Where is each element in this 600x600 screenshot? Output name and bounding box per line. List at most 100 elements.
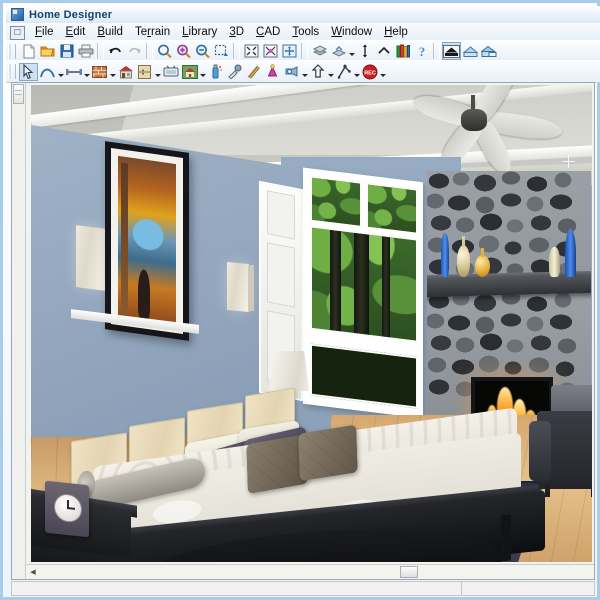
wall-sconce-left[interactable] <box>76 225 106 291</box>
wall-sconce-right[interactable] <box>227 262 249 312</box>
chevron-down-icon[interactable] <box>154 63 161 81</box>
fixture-button[interactable] <box>161 63 180 81</box>
mantel-vase-gold[interactable] <box>457 236 470 277</box>
artwork-mat <box>111 147 183 335</box>
open-plan-button[interactable] <box>38 42 57 60</box>
lighting-button[interactable] <box>263 63 282 81</box>
dimension-button[interactable] <box>64 63 83 81</box>
toolbar-separator <box>433 43 440 59</box>
fill-window-building-button[interactable] <box>261 42 280 60</box>
clock-face <box>54 492 82 524</box>
room-button[interactable] <box>180 63 199 81</box>
horizontal-scrollbar-thumb[interactable] <box>400 566 418 578</box>
toolbar-grip[interactable] <box>8 64 16 79</box>
status-bar <box>11 581 595 596</box>
zoom-out-button[interactable] <box>193 42 212 60</box>
chevron-down-icon[interactable] <box>353 63 360 81</box>
framed-artwork[interactable] <box>105 141 189 341</box>
material-rainbow-button[interactable] <box>244 63 263 81</box>
menu-item-3d[interactable]: 3D <box>223 25 250 40</box>
library-browser-button[interactable] <box>393 42 412 60</box>
record-button[interactable]: REC <box>360 63 379 81</box>
accent-chair-arm <box>529 421 551 481</box>
toolbar-separator <box>301 43 308 59</box>
menu-item-edit[interactable]: Edit <box>60 25 92 40</box>
app-window-icon <box>11 8 24 21</box>
print-button[interactable] <box>76 42 95 60</box>
ceiling-fan[interactable] <box>361 85 592 179</box>
chevron-down-icon[interactable] <box>301 63 308 81</box>
chevron-down-icon[interactable] <box>57 63 64 81</box>
menu-item-window[interactable]: Window <box>325 25 378 40</box>
camera-button[interactable] <box>282 63 301 81</box>
chevron-up-button[interactable] <box>374 42 393 60</box>
zoom-button[interactable] <box>155 42 174 60</box>
mantel-vase-blue[interactable] <box>441 233 449 277</box>
window-main[interactable] <box>303 167 423 419</box>
window-pane <box>310 343 418 409</box>
menu-item-library[interactable]: Library <box>176 25 223 40</box>
build-house-button[interactable] <box>116 63 135 81</box>
zoom-window-button[interactable] <box>212 42 231 60</box>
vertical-scrollbar-thumb[interactable] <box>13 84 24 104</box>
menu-item-file[interactable]: File <box>29 25 60 40</box>
undo-button[interactable] <box>106 42 125 60</box>
material-eyedropper-button[interactable] <box>225 63 244 81</box>
system-menu-icon[interactable]: ☐ <box>10 25 25 40</box>
select-objects-button[interactable] <box>19 62 38 81</box>
scroll-left-arrow-icon[interactable]: ◀ <box>27 566 39 578</box>
mantel-vase-amber[interactable] <box>475 248 490 277</box>
toolbar-separator <box>97 43 104 59</box>
walkthrough-button[interactable] <box>334 63 353 81</box>
menu-item-help[interactable]: Help <box>378 25 414 40</box>
spline-button[interactable] <box>38 63 57 81</box>
mantel-vase-blue[interactable] <box>565 229 576 277</box>
window-title: Home Designer <box>29 8 113 21</box>
accent-chair-leg <box>591 485 592 497</box>
chevron-down-icon[interactable] <box>109 63 116 81</box>
accent-chair-leg <box>545 485 550 497</box>
zoom-in-button[interactable] <box>174 42 193 60</box>
pan-window-button[interactable] <box>280 42 299 60</box>
wall-button[interactable] <box>90 63 109 81</box>
table-lamp[interactable] <box>269 351 309 391</box>
throw-pillow-taupe[interactable] <box>298 424 358 482</box>
window-pane <box>310 225 418 343</box>
crosshair-cursor <box>562 155 575 168</box>
toolbar-separator <box>146 43 153 59</box>
redo-button[interactable] <box>125 42 144 60</box>
material-painter-button[interactable] <box>206 63 225 81</box>
save-plan-button[interactable] <box>57 42 76 60</box>
mantel-vase-cream[interactable] <box>549 247 560 277</box>
full-camera-button[interactable] <box>442 42 461 60</box>
chevron-down-icon[interactable] <box>379 63 386 81</box>
chevron-down-icon[interactable] <box>199 63 206 81</box>
toolbar-secondary: REC <box>6 60 600 83</box>
help-button[interactable]: ? <box>412 42 431 60</box>
bedroom-3d-render[interactable] <box>31 85 592 562</box>
alarm-clock[interactable] <box>45 480 89 538</box>
toolbar-grip[interactable] <box>8 43 16 59</box>
artwork-image <box>118 155 176 327</box>
menu-item-build[interactable]: Build <box>91 25 129 40</box>
overview-camera-button[interactable] <box>480 42 499 60</box>
menu-item-cad[interactable]: CAD <box>250 25 286 40</box>
menu-item-terrain[interactable]: Terrain <box>129 25 176 40</box>
vertical-scrollbar[interactable] <box>12 83 26 579</box>
floor-stack-button[interactable] <box>310 42 329 60</box>
chevron-down-icon[interactable] <box>348 42 355 60</box>
move-up-button[interactable] <box>308 63 327 81</box>
chevron-down-icon[interactable] <box>83 63 90 81</box>
reference-display-button[interactable] <box>355 42 374 60</box>
menu-item-tools[interactable]: Tools <box>286 25 325 40</box>
chevron-down-icon[interactable] <box>327 63 334 81</box>
new-plan-button[interactable] <box>19 42 38 60</box>
floor-up-button[interactable] <box>329 42 348 60</box>
fill-window-button[interactable] <box>242 42 261 60</box>
toolbar-primary: ? <box>6 40 600 61</box>
elevation-camera-button[interactable] <box>461 42 480 60</box>
bed-leg <box>501 514 511 562</box>
horizontal-scrollbar[interactable]: ◀ <box>26 564 594 579</box>
application-window: Home Designer ☐ File Edit Build Terrain … <box>0 0 600 600</box>
cabinet-button[interactable] <box>135 63 154 81</box>
